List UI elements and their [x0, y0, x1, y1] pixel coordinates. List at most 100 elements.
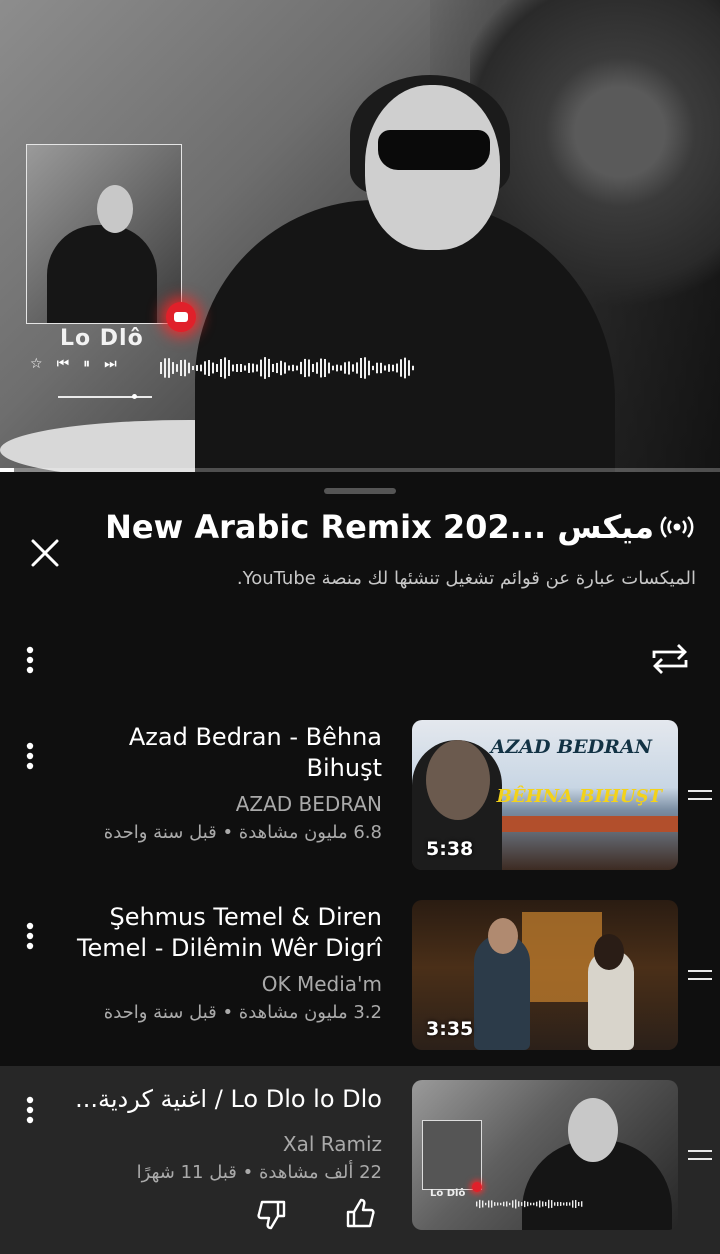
waveform-bar	[236, 364, 238, 372]
waveform-bar	[296, 365, 298, 371]
item-meta: 3.2 مليون مشاهدة • قبل سنة واحدة	[103, 1002, 382, 1023]
waveform-bar	[560, 1202, 562, 1206]
waveform-bar	[539, 1200, 541, 1208]
playlist-panel: New Arabic Remix 202... ميكس الميكسات عب…	[0, 472, 720, 1254]
close-icon	[31, 539, 59, 567]
waveform-bar	[572, 1200, 574, 1208]
waveform-bar	[276, 362, 278, 374]
waveform-bar	[224, 357, 226, 379]
waveform-bar	[518, 1201, 520, 1207]
waveform-bar	[581, 1201, 583, 1207]
waveform-bar	[160, 362, 162, 374]
dislike-button[interactable]	[254, 1196, 290, 1232]
waveform-bar	[264, 357, 266, 379]
item-title: Şehmus Temel & Diren Temel - Dilêmin Wêr…	[76, 903, 382, 962]
embedded-song-title: Lo Dlô	[60, 326, 144, 351]
waveform-bar	[216, 364, 218, 372]
waveform-bar	[184, 359, 186, 377]
waveform-bar	[569, 1202, 571, 1206]
playlist-item[interactable]: Azad Bedran - Bêhna Bihuşt AZAD BEDRAN 6…	[0, 712, 720, 884]
item-channel: Xal Ramiz	[282, 1132, 382, 1156]
item-thumbnail[interactable]: AZAD BEDRAN BÊHNA BIHUŞT 5:38	[412, 720, 678, 870]
waveform-bar	[164, 358, 166, 378]
waveform-bar	[352, 364, 354, 372]
drag-handle-icon[interactable]	[688, 790, 712, 806]
waveform-bar	[384, 365, 386, 371]
playlist-header: New Arabic Remix 202... ميكس	[105, 508, 694, 546]
waveform-bar	[308, 359, 310, 377]
item-channel: AZAD BEDRAN	[235, 792, 382, 816]
waveform-bar	[494, 1202, 496, 1206]
playlist-title: New Arabic Remix 202... ميكس	[105, 508, 654, 546]
waveform-bar	[533, 1202, 535, 1206]
playlist-item[interactable]: Şehmus Temel & Diren Temel - Dilêmin Wêr…	[0, 892, 720, 1064]
waveform-bar	[320, 358, 322, 378]
waveform-bar	[188, 362, 190, 374]
waveform-bar	[412, 365, 414, 371]
playlist-more-button[interactable]	[16, 640, 44, 680]
close-button[interactable]	[24, 532, 66, 574]
waveform-bar	[344, 362, 346, 374]
waveform-bar	[248, 363, 250, 373]
waveform-bar	[551, 1200, 553, 1208]
thumbnail-text: AZAD BEDRAN	[490, 736, 652, 758]
panel-drag-handle[interactable]	[324, 488, 396, 494]
item-meta: 22 ألف مشاهدة • قبل 11 شهرًا	[136, 1162, 382, 1183]
waveform-bar	[380, 362, 382, 374]
item-thumbnail[interactable]: 3:35	[412, 900, 678, 1050]
loop-button[interactable]	[648, 638, 692, 680]
waveform-bar	[256, 364, 258, 372]
waveform-graphic	[476, 1199, 583, 1209]
star-icon: ☆	[30, 356, 43, 372]
waveform-bar	[503, 1201, 505, 1207]
waveform-bar	[204, 361, 206, 375]
waveform-bar	[328, 362, 330, 374]
item-more-button[interactable]	[16, 1090, 44, 1130]
mix-broadcast-icon	[660, 516, 694, 538]
drag-handle-icon[interactable]	[688, 970, 712, 986]
like-button[interactable]	[342, 1196, 378, 1232]
waveform-bar	[180, 360, 182, 376]
waveform-bar	[212, 362, 214, 374]
waveform-bar	[482, 1200, 484, 1208]
playlist-description: الميكسات عبارة عن قوائم تشغيل تنشئها لك …	[236, 568, 696, 589]
waveform-bar	[280, 360, 282, 376]
embedded-controls: ☆ ⏮ ⏸ ⏭	[30, 356, 117, 372]
waveform-bar	[376, 362, 378, 374]
video-player[interactable]: Lo Dlô ☆ ⏮ ⏸ ⏭	[0, 0, 720, 472]
thumbs-down-icon	[257, 1200, 286, 1230]
playlist-item-current[interactable]: Lo Dlo lo Dlo / اغنية كردية... Xal Ramiz…	[0, 1066, 720, 1254]
waveform-bar	[272, 363, 274, 373]
item-thumbnail[interactable]: Lo Dlô	[412, 1080, 678, 1230]
waveform-bar	[400, 359, 402, 377]
waveform-bar	[548, 1199, 550, 1209]
more-vertical-icon	[26, 646, 34, 674]
waveform-bar	[557, 1201, 559, 1207]
duration-badge: 5:38	[426, 838, 474, 860]
youtube-logo-icon	[472, 1182, 482, 1192]
waveform-bar	[312, 363, 314, 373]
playlist-actions	[0, 632, 720, 686]
waveform-bar	[485, 1202, 487, 1206]
waveform-bar	[563, 1202, 565, 1206]
waveform-bar	[388, 364, 390, 372]
pause-icon: ⏸	[83, 356, 91, 372]
drag-handle-icon[interactable]	[688, 1150, 712, 1166]
duration-badge: 3:35	[426, 1018, 474, 1040]
item-title: Azad Bedran - Bêhna Bihuşt	[128, 723, 382, 782]
youtube-logo-icon	[166, 302, 196, 332]
waveform-bar	[316, 362, 318, 374]
item-more-button[interactable]	[16, 916, 44, 956]
waveform-bar	[566, 1202, 568, 1206]
waveform-bar	[172, 362, 174, 374]
waveform-bar	[364, 357, 366, 379]
waveform-bar	[404, 357, 406, 379]
waveform-bar	[232, 364, 234, 372]
waveform-bar	[304, 358, 306, 378]
waveform-bar	[284, 362, 286, 374]
waveform-bar	[497, 1202, 499, 1206]
waveform-bar	[372, 365, 374, 371]
item-more-button[interactable]	[16, 736, 44, 776]
loop-icon	[652, 644, 688, 674]
waveform-bar	[240, 363, 242, 373]
